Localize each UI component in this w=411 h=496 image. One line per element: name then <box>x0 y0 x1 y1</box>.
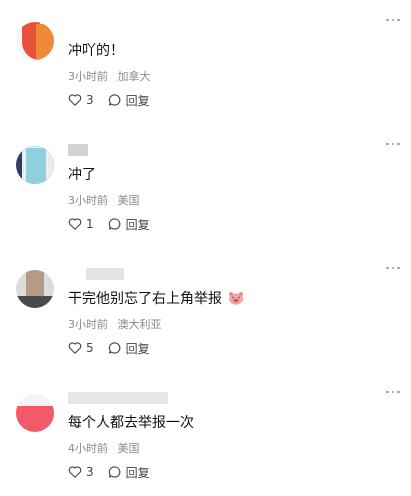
comment-meta: 3小时前 澳大利亚 <box>68 316 168 332</box>
avatar[interactable] <box>16 270 54 308</box>
heart-outline-icon <box>68 466 82 478</box>
comment-time: 3小时前 <box>68 194 108 207</box>
comment-item: 干完他别忘了右上角举报 3小时前 澳大利亚 5 回复 <box>0 248 411 372</box>
pig-face-emoji <box>228 291 244 305</box>
like-count: 1 <box>86 217 94 231</box>
more-dots-icon[interactable] <box>383 386 403 398</box>
comment-text: 干完他别忘了右上角举报 <box>68 288 244 308</box>
reply-button[interactable]: 回复 <box>108 92 150 109</box>
comment-actions: 3 回复 <box>68 92 150 108</box>
speech-bubble-icon <box>108 466 120 478</box>
comment-time: 3小时前 <box>68 318 108 331</box>
username-obscured <box>68 392 168 404</box>
reply-label: 回复 <box>125 465 150 480</box>
username-obscured <box>86 268 124 280</box>
speech-bubble-icon <box>108 342 120 354</box>
comment-text: 每个人都去举报一次 <box>68 415 194 431</box>
comment-actions: 3 回复 <box>68 464 150 480</box>
more-dots-icon[interactable] <box>383 14 403 26</box>
comment-text: 冲吖的！ <box>68 43 124 59</box>
reply-label: 回复 <box>125 93 150 108</box>
more-dots-icon[interactable] <box>383 262 403 274</box>
more-dots-icon[interactable] <box>383 138 403 150</box>
comment-text: 冲了 <box>68 167 96 183</box>
reply-label: 回复 <box>125 341 150 356</box>
comment-actions: 1 回复 <box>68 216 150 232</box>
comment-actions: 5 回复 <box>68 340 150 356</box>
comment-item: 冲了 3小时前 美国 1 回复 <box>0 124 411 248</box>
speech-bubble-icon <box>108 218 120 230</box>
like-count: 5 <box>86 341 94 355</box>
username-obscured <box>68 144 88 156</box>
comment-location: 美国 <box>117 194 140 207</box>
comment-time: 3小时前 <box>68 70 108 83</box>
avatar[interactable] <box>16 22 54 60</box>
comment-location: 美国 <box>117 442 140 455</box>
like-button[interactable]: 3 <box>68 93 94 107</box>
comment-location: 澳大利亚 <box>117 318 162 331</box>
comment-meta: 3小时前 加拿大 <box>68 68 157 84</box>
speech-bubble-icon <box>108 94 120 106</box>
reply-button[interactable]: 回复 <box>108 216 150 233</box>
reply-button[interactable]: 回复 <box>108 464 150 481</box>
like-button[interactable]: 3 <box>68 465 94 479</box>
like-button[interactable]: 5 <box>68 341 94 355</box>
like-button[interactable]: 1 <box>68 217 94 231</box>
comment-time: 4小时前 <box>68 442 108 455</box>
avatar[interactable] <box>16 394 54 432</box>
avatar[interactable] <box>16 146 54 184</box>
like-count: 3 <box>86 465 94 479</box>
heart-outline-icon <box>68 342 82 354</box>
heart-outline-icon <box>68 218 82 230</box>
like-count: 3 <box>86 93 94 107</box>
heart-outline-icon <box>68 94 82 106</box>
reply-button[interactable]: 回复 <box>108 340 150 357</box>
reply-label: 回复 <box>125 217 150 232</box>
comment-item: 冲吖的！ 3小时前 加拿大 3 回复 <box>0 0 411 124</box>
comment-meta: 4小时前 美国 <box>68 440 146 456</box>
comment-item: 每个人都去举报一次 4小时前 美国 3 回复 <box>0 372 411 496</box>
comment-meta: 3小时前 美国 <box>68 192 146 208</box>
comment-location: 加拿大 <box>117 70 151 83</box>
comment-text-content: 干完他别忘了右上角举报 <box>68 291 222 307</box>
